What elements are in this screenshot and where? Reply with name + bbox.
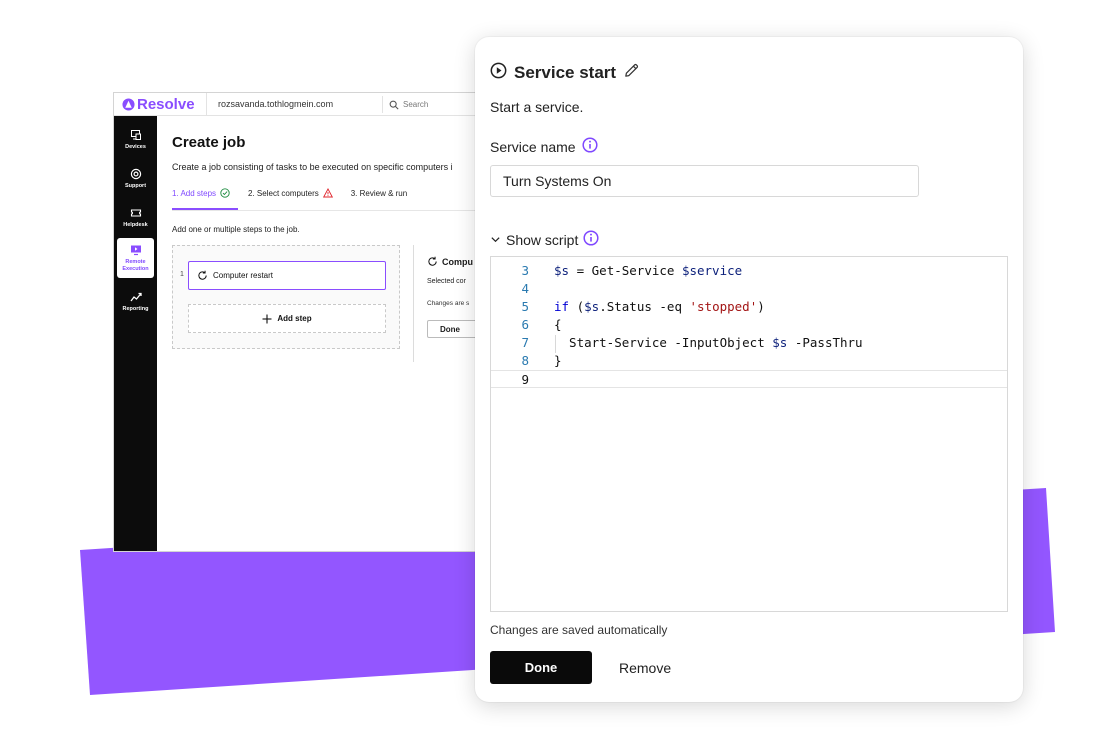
info-icon[interactable] <box>582 137 598 156</box>
logo-text: Resolve <box>137 96 195 113</box>
panel-description: Start a service. <box>490 99 584 115</box>
code-line: 7 Start-Service -InputObject $s -PassThr… <box>491 334 1007 352</box>
search-placeholder: Search <box>403 100 429 109</box>
app-sidebar: Devices Support Helpdesk Remote Executio… <box>114 116 157 551</box>
account-domain[interactable]: rozsavanda.tothlogmein.com <box>218 99 333 109</box>
code-text: { <box>554 317 562 332</box>
step-card-label: Computer restart <box>213 271 274 280</box>
show-script-label: Show script <box>506 231 579 248</box>
service-name-label: Service name <box>490 137 598 156</box>
sidebar-item-label: Support <box>124 183 147 190</box>
panel-title: Service start <box>514 63 617 82</box>
sidebar-item-helpdesk[interactable]: Helpdesk <box>117 200 154 236</box>
check-circle-icon <box>220 188 230 198</box>
search-icon <box>389 100 399 110</box>
code-line: 6 { <box>491 316 1007 334</box>
script-editor[interactable]: 3 $s = Get-Service $service 4 5 if ($s.S… <box>490 256 1008 612</box>
support-icon <box>130 169 141 180</box>
add-step-button[interactable]: Add step <box>188 304 386 333</box>
topbar-divider <box>206 93 207 116</box>
step-detail-autosave: Changes are s <box>427 300 470 307</box>
code-line: 4 <box>491 280 1007 298</box>
sidebar-item-label: Reporting <box>122 306 149 313</box>
code-text: } <box>554 353 562 368</box>
step-number: 1 <box>180 271 184 278</box>
play-circle-icon <box>490 62 507 84</box>
wizard-steps-nav: 1. Add steps 2. Select computers 3. Revi… <box>172 188 425 198</box>
step-detail-title: Compu <box>427 256 473 267</box>
page-title: Create job <box>172 134 246 151</box>
done-button[interactable]: Done <box>490 651 592 684</box>
tab-add-steps[interactable]: 1. Add steps <box>172 188 230 198</box>
tab-select-computers[interactable]: 2. Select computers <box>248 188 333 198</box>
line-number: 9 <box>521 372 529 387</box>
show-script-toggle[interactable]: Show script <box>490 230 599 249</box>
line-number: 3 <box>521 263 529 278</box>
service-start-panel: Service start Start a service. Service n… <box>475 37 1023 702</box>
page-description: Create a job consisting of tasks to be e… <box>172 162 453 172</box>
app-main-content: Create job Create a job consisting of ta… <box>157 116 492 551</box>
panel-header: Service start <box>490 62 640 84</box>
sidebar-item-devices[interactable]: Devices <box>117 122 154 158</box>
ticket-icon <box>130 209 141 218</box>
code-line: 3 $s = Get-Service $service <box>491 262 1007 280</box>
background-app-window: Resolve rozsavanda.tothlogmein.com Searc… <box>113 92 493 552</box>
code-line: 5 if ($s.Status -eq 'stopped') <box>491 298 1007 316</box>
step-card-computer-restart[interactable]: Computer restart <box>188 261 386 290</box>
service-name-input[interactable] <box>490 165 919 197</box>
tab-label: 2. Select computers <box>248 188 319 198</box>
line-number: 4 <box>521 281 529 296</box>
reporting-icon <box>129 293 142 302</box>
steps-hint: Add one or multiple steps to the job. <box>172 225 300 234</box>
sidebar-item-reporting[interactable]: Reporting <box>117 284 154 320</box>
step-detail-title-text: Compu <box>442 256 473 267</box>
line-number: 5 <box>521 299 529 314</box>
line-number: 7 <box>521 335 529 350</box>
code-line: 8 } <box>491 352 1007 370</box>
sidebar-item-label: Devices <box>125 144 146 151</box>
pencil-icon[interactable] <box>623 62 640 84</box>
restart-icon <box>198 270 207 280</box>
remove-button[interactable]: Remove <box>605 651 685 684</box>
autosave-note: Changes are saved automatically <box>490 623 668 637</box>
code-text: $s = Get-Service $service <box>554 263 743 278</box>
resolve-logo-icon <box>122 98 135 111</box>
sidebar-item-support[interactable]: Support <box>117 161 154 197</box>
step-detail-subtitle: Selected cor <box>427 278 466 285</box>
tabs-divider <box>172 210 492 211</box>
step-detail-done-button[interactable]: Done <box>427 320 479 338</box>
resolve-logo[interactable]: Resolve <box>122 96 195 113</box>
devices-icon <box>130 130 141 141</box>
sidebar-item-remote-execution[interactable]: Remote Execution <box>117 238 154 278</box>
plus-icon <box>262 314 272 323</box>
restart-icon <box>428 256 437 266</box>
tab-label: 3. Review & run <box>350 188 408 198</box>
code-text: if ($s.Status -eq 'stopped') <box>554 299 765 314</box>
service-name-label-text: Service name <box>490 138 576 155</box>
line-number: 6 <box>521 317 529 332</box>
tab-label: 1. Add steps <box>172 188 217 198</box>
code-text: Start-Service -InputObject $s -PassThru <box>554 335 863 350</box>
line-number: 8 <box>521 353 529 368</box>
sidebar-item-label: Helpdesk <box>123 222 148 229</box>
add-step-label: Add step <box>277 314 312 323</box>
steps-container: 1 Computer restart Add step <box>172 245 400 349</box>
chevron-down-icon <box>490 232 501 248</box>
sidebar-item-label: Remote Execution <box>122 259 149 272</box>
remote-execution-icon <box>130 245 141 256</box>
code-line-current[interactable]: 9 <box>491 370 1007 388</box>
tab-review-run[interactable]: 3. Review & run <box>351 188 407 198</box>
app-topbar: Resolve rozsavanda.tothlogmein.com Searc… <box>114 93 492 116</box>
warning-icon <box>322 188 333 198</box>
info-icon[interactable] <box>583 230 599 249</box>
content-divider <box>413 245 414 362</box>
